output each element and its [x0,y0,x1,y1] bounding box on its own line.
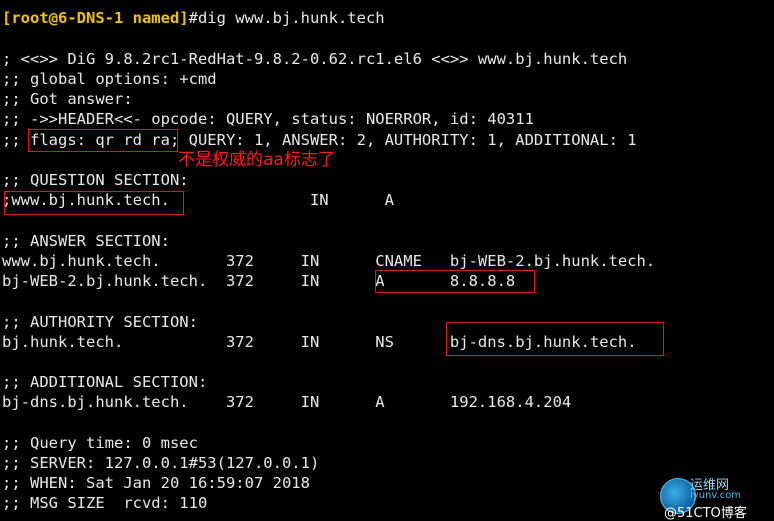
when-line: ;; WHEN: Sat Jan 20 16:59:07 2018 [2,474,310,492]
query-time-line: ;; Query time: 0 msec [2,434,198,452]
annotation-note: 不是权威的aa标志了 [178,150,335,170]
question-section-heading: ;; QUESTION SECTION: [2,171,189,189]
header-line: ;; ->>HEADER<<- opcode: QUERY, status: N… [2,110,534,128]
msg-size-line: ;; MSG SIZE rcvd: 110 [2,494,208,512]
watermark: 运维网 iyunv.com @51CTO博客 [660,474,770,521]
watermark-site-url: iyunv.com [690,490,742,501]
a-record-highlight-box [375,270,535,293]
got-answer-line: ;; Got answer: [2,90,133,108]
shell-prompt: [root@6-DNS-1 named] [2,9,189,27]
command-line: [root@6-DNS-1 named]#dig www.bj.hunk.tec… [2,8,385,28]
watermark-blog-name: @51CTO博客 [664,506,747,521]
global-options-line: ;; global options: +cmd [2,70,217,88]
authority-section-heading: ;; AUTHORITY SECTION: [2,313,198,331]
additional-record-a: bj-dns.bj.hunk.tech. 372 IN A 192.168.4.… [2,393,572,411]
flags-highlight-box [28,129,178,152]
typed-command: #dig www.bj.hunk.tech [188,9,385,27]
answer-record-cname: www.bj.hunk.tech. 372 IN CNAME bj-WEB-2.… [2,252,656,270]
dig-version-line: ; <<>> DiG 9.8.2rc1-RedHat-9.8.2-0.62.rc… [2,50,628,68]
question-highlight-box [4,191,184,215]
server-line: ;; SERVER: 127.0.0.1#53(127.0.0.1) [2,454,320,472]
additional-section-heading: ;; ADDITIONAL SECTION: [2,373,208,391]
terminal-window[interactable]: [root@6-DNS-1 named]#dig www.bj.hunk.tec… [0,0,774,520]
authority-ns-highlight-box [446,322,664,356]
answer-section-heading: ;; ANSWER SECTION: [2,232,170,250]
